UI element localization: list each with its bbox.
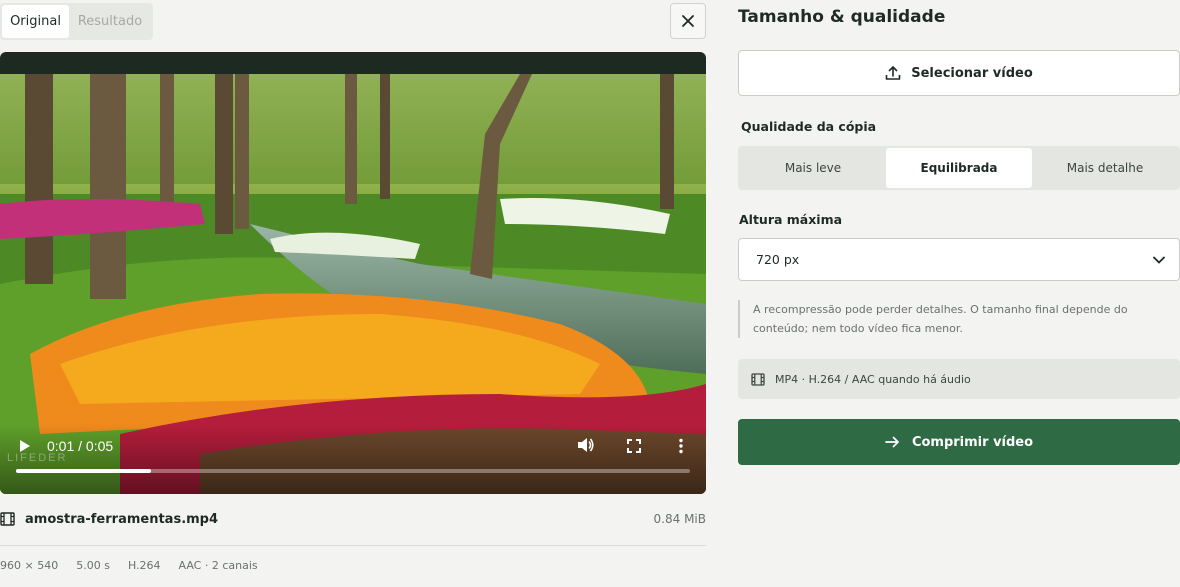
file-metadata: 960 × 540 5.00 s H.264 AAC · 2 canais: [0, 559, 258, 575]
meta-duration: 5.00 s: [76, 559, 110, 572]
arrow-right-icon: [885, 436, 899, 448]
meta-audio: AAC · 2 canais: [178, 559, 258, 572]
file-info-row: amostra-ferramentas.mp4 0.84 MiB: [0, 506, 706, 532]
quality-selector: Mais leve Equilibrada Mais detalhe: [738, 146, 1180, 190]
fullscreen-icon[interactable]: [627, 439, 641, 453]
close-icon: [682, 15, 694, 27]
select-video-button[interactable]: Selecionar vídeo: [738, 50, 1180, 96]
film-icon: [0, 512, 15, 526]
view-tabs: Original Resultado: [0, 3, 153, 40]
divider: [0, 545, 706, 546]
compression-note: A recompressão pode perder detalhes. O t…: [738, 300, 1180, 338]
tab-original[interactable]: Original: [2, 5, 69, 38]
tab-resultado[interactable]: Resultado: [69, 5, 151, 38]
video-player[interactable]: 0:01 / 0:05 LIFEDER: [0, 52, 706, 494]
max-height-value: 720 px: [756, 252, 800, 267]
quality-option-equilibrada[interactable]: Equilibrada: [886, 148, 1032, 188]
more-vert-icon[interactable]: [678, 438, 684, 454]
meta-video-codec: H.264: [127, 559, 161, 572]
volume-icon[interactable]: [577, 437, 595, 453]
file-size: 0.84 MiB: [653, 512, 706, 526]
compress-video-label: Comprimir vídeo: [911, 434, 1034, 450]
chevron-down-icon: [1153, 256, 1165, 264]
quality-option-mais-leve[interactable]: Mais leve: [740, 148, 886, 188]
progress-bar[interactable]: [16, 469, 690, 473]
max-height-label: Altura máxima: [739, 212, 843, 227]
max-height-select[interactable]: 720 px: [738, 238, 1180, 281]
compress-video-button[interactable]: Comprimir vídeo: [738, 419, 1180, 465]
watermark-text: LIFEDER: [7, 452, 68, 464]
quality-label: Qualidade da cópia: [741, 119, 877, 134]
format-info-text: MP4 · H.264 / AAC quando há áudio: [775, 372, 971, 386]
file-name: amostra-ferramentas.mp4: [25, 511, 219, 527]
panel-title: Tamanho & qualidade: [738, 7, 946, 27]
progress-fill: [16, 469, 151, 473]
meta-resolution: 960 × 540: [0, 559, 59, 572]
select-video-label: Selecionar vídeo: [911, 65, 1033, 81]
quality-option-mais-detalhe[interactable]: Mais detalhe: [1032, 148, 1178, 188]
close-button[interactable]: [670, 3, 706, 39]
format-info: MP4 · H.264 / AAC quando há áudio: [738, 359, 1180, 399]
controls-overlay: [0, 424, 706, 494]
play-icon[interactable]: [19, 439, 31, 453]
film-icon: [751, 372, 765, 386]
upload-icon: [885, 66, 901, 80]
